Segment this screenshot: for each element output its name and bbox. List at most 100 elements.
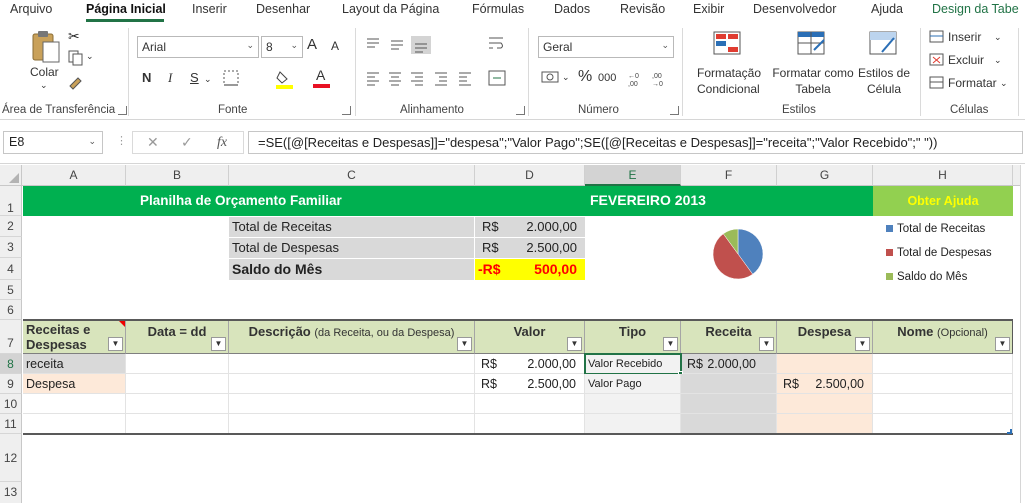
header-despesa[interactable]: Despesa ▼ — [777, 321, 873, 354]
tab-ajuda[interactable]: Ajuda — [871, 2, 903, 16]
row-header-4[interactable]: 4 — [0, 258, 22, 280]
chevron-down-icon[interactable]: ⌄ — [204, 74, 212, 85]
insert-function-icon[interactable]: fx — [217, 135, 227, 151]
decimal-buttons-icon[interactable]: ←0,00,00→0 — [628, 68, 674, 88]
cell-f8[interactable]: R$ 2.000,00 — [681, 354, 777, 374]
cell-g8[interactable] — [777, 354, 873, 374]
tab-desenvolvedor[interactable]: Desenvolvedor — [753, 2, 836, 16]
summary-value-despesas[interactable]: R$ 2.500,00 — [475, 238, 585, 258]
summary-label-receitas[interactable]: Total de Receitas — [229, 217, 474, 237]
cell-h11[interactable] — [873, 414, 1013, 434]
cell-e10[interactable] — [585, 394, 681, 414]
help-link[interactable]: Obter Ajuda — [873, 186, 1013, 216]
tab-pagina-inicial[interactable]: Página Inicial — [86, 2, 166, 16]
summary-label-saldo[interactable]: Saldo do Mês — [229, 259, 474, 280]
filter-dropdown-icon[interactable]: ▼ — [759, 337, 774, 351]
header-valor[interactable]: Valor ▼ — [475, 321, 585, 354]
format-cells-button[interactable]: Formatar — [948, 76, 997, 90]
cell-styles-button[interactable]: Estilos de Célula — [856, 65, 912, 97]
delete-cells-button[interactable]: Excluir — [948, 53, 984, 67]
insert-cells-button[interactable]: Inserir — [948, 30, 981, 44]
cell-a11[interactable] — [23, 414, 126, 434]
horizontal-align-icons[interactable] — [365, 70, 485, 88]
row-header-11[interactable]: 11 — [0, 414, 22, 434]
column-header-b[interactable]: B — [126, 165, 229, 186]
column-header-g[interactable]: G — [777, 165, 873, 186]
cell-g11[interactable] — [777, 414, 873, 434]
fill-color-icon[interactable] — [275, 68, 295, 90]
copy-icon[interactable] — [68, 50, 84, 66]
delete-cells-icon[interactable] — [929, 53, 945, 67]
tab-revisao[interactable]: Revisão — [620, 2, 665, 16]
font-size-select[interactable]: 8 ⌄ — [261, 36, 303, 58]
cell-e11[interactable] — [585, 414, 681, 434]
vertical-align-icons[interactable] — [365, 36, 445, 54]
tab-dados[interactable]: Dados — [554, 2, 590, 16]
conditional-formatting-button[interactable]: Formatação Condicional — [697, 65, 761, 97]
header-receitas-despesas[interactable]: Receitas e Despesas ▼ — [23, 321, 126, 354]
grow-font-icon[interactable]: A — [307, 36, 317, 53]
cell-f11[interactable] — [681, 414, 777, 434]
alignment-launcher-icon[interactable] — [516, 106, 525, 115]
row-header-13[interactable]: 13 — [0, 482, 22, 503]
cell-styles-icon[interactable] — [868, 30, 900, 58]
paste-icon[interactable] — [30, 30, 62, 64]
chevron-down-icon[interactable]: ⌄ — [1000, 78, 1008, 89]
merge-center-icon[interactable] — [487, 68, 509, 88]
header-nome[interactable]: Nome (Opcional) ▼ — [873, 321, 1013, 354]
summary-value-saldo[interactable]: -R$ 500,00 — [475, 259, 585, 280]
font-color-icon[interactable]: A — [312, 66, 332, 90]
header-receita[interactable]: Receita ▼ — [681, 321, 777, 354]
header-tipo[interactable]: Tipo ▼ — [585, 321, 681, 354]
row-header-3[interactable]: 3 — [0, 237, 22, 258]
cell-e9[interactable]: Valor Pago — [585, 374, 681, 394]
filter-dropdown-icon[interactable]: ▼ — [995, 337, 1010, 351]
cell-f9[interactable] — [681, 374, 777, 394]
chevron-down-icon[interactable]: ⌄ — [994, 55, 1002, 66]
clipboard-launcher-icon[interactable] — [118, 106, 127, 115]
summary-value-receitas[interactable]: R$ 2.000,00 — [475, 217, 585, 237]
cell-c11[interactable] — [229, 414, 475, 434]
format-cells-icon[interactable] — [929, 76, 945, 90]
borders-icon[interactable] — [222, 68, 244, 88]
accounting-format-icon[interactable] — [540, 68, 562, 88]
cell-b11[interactable] — [126, 414, 229, 434]
chevron-down-icon[interactable]: ⌄ — [994, 32, 1002, 43]
sheet-title[interactable]: Planilha de Orçamento Familiar — [140, 193, 342, 208]
tab-formulas[interactable]: Fórmulas — [472, 2, 524, 16]
tab-design-tabela[interactable]: Design da Tabe — [932, 2, 1019, 16]
cell-c8[interactable] — [229, 354, 475, 374]
tab-layout-pagina[interactable]: Layout da Página — [342, 2, 439, 16]
cut-icon[interactable]: ✂ — [68, 28, 80, 45]
header-data[interactable]: Data = dd ▼ — [126, 321, 229, 354]
paste-caret-icon[interactable]: ⌄ — [40, 80, 48, 91]
tab-arquivo[interactable]: Arquivo — [10, 2, 52, 16]
copy-caret-icon[interactable]: ⌄ — [86, 51, 94, 62]
conditional-formatting-icon[interactable] — [712, 30, 744, 58]
row-header-9[interactable]: 9 — [0, 374, 22, 394]
cell-h8[interactable] — [873, 354, 1013, 374]
cell-a9[interactable]: Despesa — [23, 374, 126, 394]
bold-button[interactable]: N — [142, 70, 151, 85]
cell-h10[interactable] — [873, 394, 1013, 414]
filter-dropdown-icon[interactable]: ▼ — [663, 337, 678, 351]
filter-dropdown-icon[interactable]: ▼ — [855, 337, 870, 351]
filter-dropdown-icon[interactable]: ▼ — [211, 337, 226, 351]
summary-label-despesas[interactable]: Total de Despesas — [229, 238, 474, 258]
row-header-5[interactable]: 5 — [0, 280, 22, 300]
cell-a10[interactable] — [23, 394, 126, 414]
wrap-text-icon[interactable] — [487, 34, 507, 54]
table-resize-handle[interactable] — [1007, 429, 1012, 434]
tab-exibir[interactable]: Exibir — [693, 2, 724, 16]
font-launcher-icon[interactable] — [342, 106, 351, 115]
filter-dropdown-icon[interactable]: ▼ — [567, 337, 582, 351]
thousands-separator-button[interactable]: 000 — [598, 72, 616, 84]
month-label[interactable]: FEVEREIRO 2013 — [590, 192, 706, 208]
insert-cells-icon[interactable] — [929, 30, 945, 44]
format-as-table-button[interactable]: Formatar como Tabela — [770, 65, 856, 97]
row-header-6[interactable]: 6 — [0, 300, 22, 320]
cell-c10[interactable] — [229, 394, 475, 414]
number-launcher-icon[interactable] — [670, 106, 679, 115]
column-header-c[interactable]: C — [229, 165, 475, 186]
cell-b10[interactable] — [126, 394, 229, 414]
